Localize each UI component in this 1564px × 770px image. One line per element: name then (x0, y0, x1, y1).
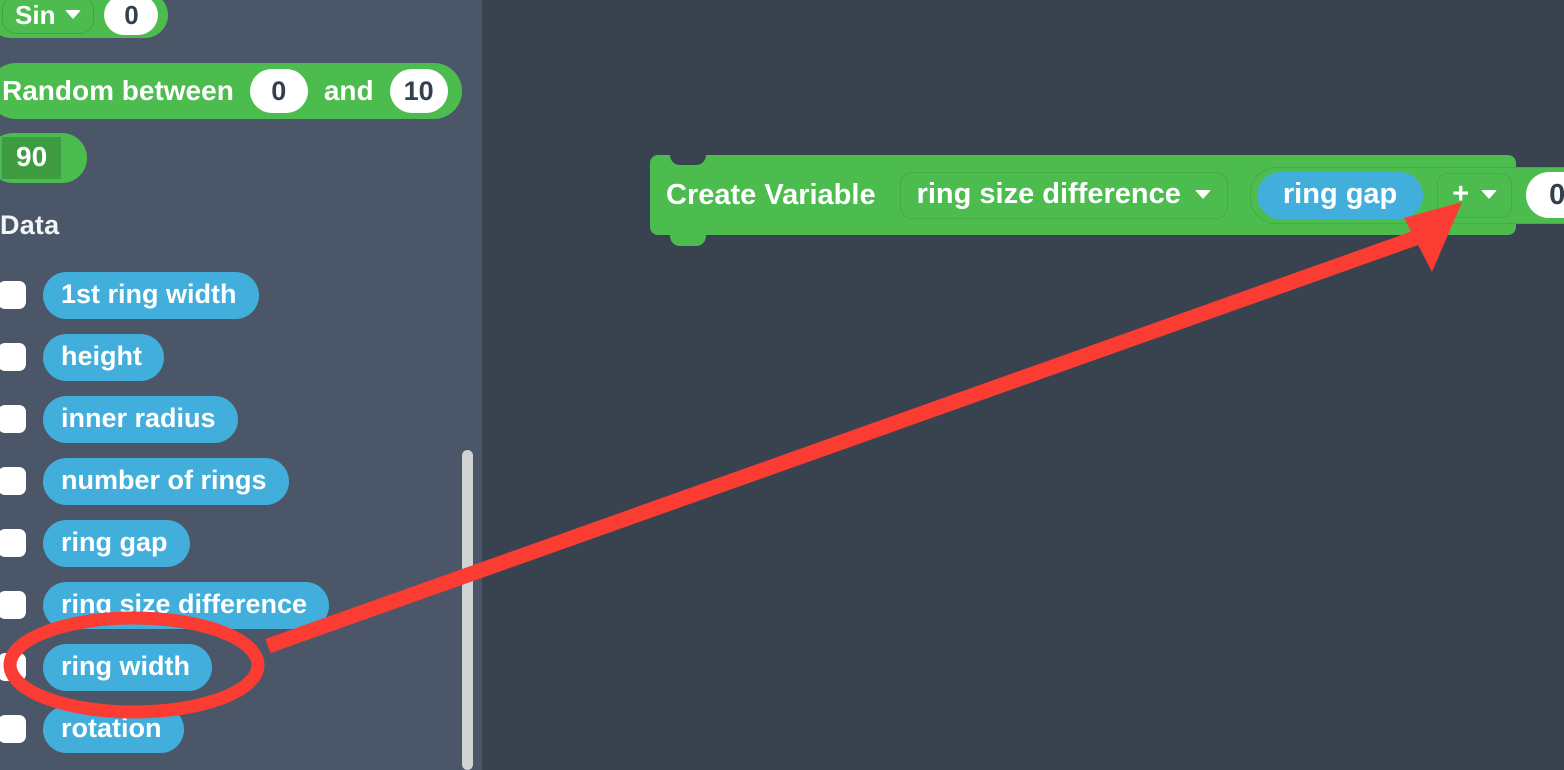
number-block-value[interactable]: 90 (2, 137, 62, 179)
block-bottom-notch (670, 234, 706, 246)
variable-pill-ring-width[interactable]: ring width (43, 643, 212, 691)
variable-pill[interactable]: 1st ring width (43, 271, 259, 319)
variable-name-dropdown[interactable]: ring size difference (899, 171, 1228, 219)
expression-slot[interactable]: ring gap + 0 (1249, 166, 1564, 224)
palette-block-sin[interactable]: Sin 0 (0, 0, 169, 38)
variable-pill[interactable]: inner radius (43, 395, 238, 443)
expression-operand-variable[interactable]: ring gap (1256, 171, 1424, 219)
variable-monitor-checkbox[interactable] (0, 653, 26, 681)
variable-monitor-checkbox[interactable] (0, 281, 26, 309)
list-item[interactable]: height (0, 326, 482, 388)
chevron-down-icon (1194, 189, 1211, 199)
scratch-like-block-editor: Sin 0 Random between 0 and 10 90 Data 1s… (0, 0, 1564, 770)
variable-monitor-checkbox[interactable] (0, 591, 26, 619)
variable-monitor-checkbox[interactable] (0, 343, 26, 371)
chevron-down-icon (1481, 189, 1498, 199)
variable-name-label: ring size difference (916, 177, 1181, 210)
random-min-input[interactable]: 0 (249, 69, 308, 113)
palette-section-heading-data: Data (0, 210, 60, 240)
sin-function-label: Sin (15, 0, 56, 30)
list-item[interactable]: ring size difference (0, 574, 482, 636)
variable-pill[interactable]: ring size difference (43, 581, 330, 629)
list-item-ring-width[interactable]: ring width (0, 636, 482, 698)
random-max-input[interactable]: 10 (389, 69, 448, 113)
variable-pill[interactable]: height (43, 333, 164, 381)
random-conjunction-label: and (323, 75, 374, 106)
variable-pill[interactable]: rotation (43, 705, 184, 753)
block-create-variable[interactable]: Create Variable ring size difference rin… (650, 154, 1564, 246)
list-item[interactable]: number of rings (0, 450, 482, 512)
variable-pill[interactable]: number of rings (43, 457, 289, 505)
create-variable-label: Create Variable (666, 178, 876, 211)
expression-operand-input[interactable]: 0 (1526, 172, 1564, 218)
sin-argument-input[interactable]: 0 (104, 0, 159, 35)
list-item[interactable]: 1st ring width (0, 264, 482, 326)
sin-function-dropdown[interactable]: Sin (2, 0, 95, 34)
list-item[interactable]: rotation (0, 698, 482, 760)
palette-block-number[interactable]: 90 (0, 133, 88, 183)
variable-monitor-checkbox[interactable] (0, 529, 26, 557)
list-item[interactable]: inner radius (0, 388, 482, 450)
script-canvas[interactable]: Create Variable ring size difference rin… (482, 0, 1564, 770)
list-item[interactable]: ring gap (0, 512, 482, 574)
palette-block-random-between[interactable]: Random between 0 and 10 (0, 63, 462, 119)
random-prefix-label: Random between (2, 75, 234, 106)
operator-dropdown[interactable]: + (1437, 172, 1513, 218)
block-palette-sidebar: Sin 0 Random between 0 and 10 90 Data 1s… (0, 0, 482, 770)
variable-pill[interactable]: ring gap (43, 519, 190, 567)
variable-monitor-checkbox[interactable] (0, 467, 26, 495)
variable-monitor-checkbox[interactable] (0, 405, 26, 433)
operator-label: + (1452, 177, 1470, 210)
block-top-notch (670, 154, 706, 165)
variable-list: 1st ring width height inner radius numbe… (0, 264, 482, 760)
chevron-down-icon (65, 10, 82, 19)
variable-monitor-checkbox[interactable] (0, 715, 26, 743)
sidebar-vertical-scrollbar[interactable] (462, 450, 473, 770)
